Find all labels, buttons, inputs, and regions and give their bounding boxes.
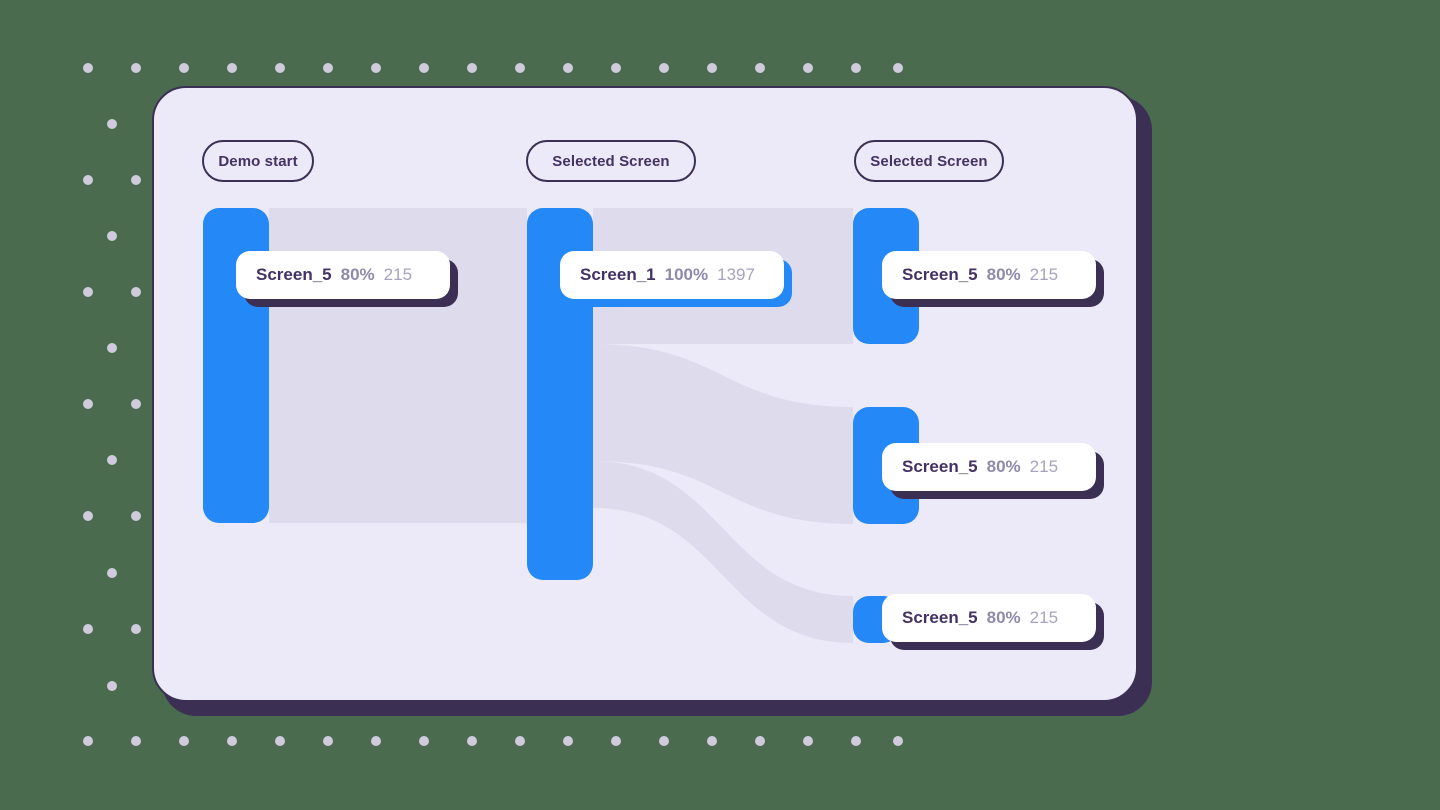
column-header-pill-1[interactable]: Demo start [202, 140, 314, 182]
background-dot [131, 175, 141, 185]
background-dot [107, 681, 117, 691]
node-count: 215 [1029, 265, 1059, 284]
node-value-card-face: Screen_5 80% 215 [882, 251, 1096, 299]
background-dot [893, 63, 903, 73]
background-dot [131, 63, 141, 73]
node-value-card-face: Screen_5 80% 215 [882, 594, 1096, 642]
background-dot [515, 736, 525, 746]
node-screen-name: Screen_5 [902, 608, 978, 627]
background-dot [131, 511, 141, 521]
background-dot [323, 736, 333, 746]
node-screen-name: Screen_5 [902, 457, 978, 476]
background-dot [227, 63, 237, 73]
background-dot [275, 736, 285, 746]
column-header-label: Selected Screen [552, 152, 670, 170]
background-dot [611, 63, 621, 73]
background-dot [755, 736, 765, 746]
background-dot [467, 63, 477, 73]
node-percent: 100% [664, 265, 709, 284]
background-dot [563, 736, 573, 746]
node-value-card[interactable]: Screen_1 100% 1397 [560, 251, 792, 307]
background-dot [107, 568, 117, 578]
column-header-pill-2[interactable]: Selected Screen [526, 140, 696, 182]
background-dot [179, 63, 189, 73]
background-dot [467, 736, 477, 746]
background-dot [707, 736, 717, 746]
node-value-card[interactable]: Screen_5 80% 215 [882, 251, 1104, 307]
node-percent: 80% [340, 265, 375, 284]
node-count: 215 [1029, 608, 1059, 627]
background-dot [227, 736, 237, 746]
column-header-label: Selected Screen [870, 152, 988, 170]
background-dot [107, 343, 117, 353]
background-dot [851, 736, 861, 746]
background-dot [755, 63, 765, 73]
background-dot [83, 175, 93, 185]
node-count: 215 [383, 265, 413, 284]
background-dot [659, 736, 669, 746]
node-value-card[interactable]: Screen_5 80% 215 [882, 443, 1104, 499]
background-dot [563, 63, 573, 73]
background-dot [419, 736, 429, 746]
background-dot [275, 63, 285, 73]
background-dot [107, 455, 117, 465]
column-header-label: Demo start [218, 152, 298, 170]
node-percent: 80% [986, 608, 1021, 627]
background-dot [131, 624, 141, 634]
node-count: 215 [1029, 457, 1059, 476]
background-dot [83, 399, 93, 409]
background-dot [419, 63, 429, 73]
background-dot [803, 736, 813, 746]
background-dot [659, 63, 669, 73]
node-value-card[interactable]: Screen_5 80% 215 [236, 251, 458, 307]
background-dot [131, 399, 141, 409]
background-dot [131, 736, 141, 746]
node-percent: 80% [986, 265, 1021, 284]
background-dot [323, 63, 333, 73]
background-dot [179, 736, 189, 746]
background-dot [707, 63, 717, 73]
node-value-card-face: Screen_1 100% 1397 [560, 251, 784, 299]
node-value-card-face: Screen_5 80% 215 [236, 251, 450, 299]
background-dot [83, 63, 93, 73]
background-dot [107, 119, 117, 129]
background-dot [131, 287, 141, 297]
background-dot [83, 624, 93, 634]
column-header-pill-3[interactable]: Selected Screen [854, 140, 1004, 182]
node-screen-name: Screen_5 [902, 265, 978, 284]
background-dot [893, 736, 903, 746]
node-screen-name: Screen_5 [256, 265, 332, 284]
node-screen-name: Screen_1 [580, 265, 656, 284]
node-count: 1397 [717, 265, 755, 284]
background-dot [611, 736, 621, 746]
sankey-panel: Demo start Selected Screen Selected Screen… [152, 86, 1138, 702]
node-value-card-face: Screen_5 80% 215 [882, 443, 1096, 491]
background-dot [515, 63, 525, 73]
background-dot [83, 736, 93, 746]
background-dot [107, 231, 117, 241]
background-dot [83, 511, 93, 521]
node-value-card[interactable]: Screen_5 80% 215 [882, 594, 1104, 650]
background-dot [371, 736, 381, 746]
background-dot [371, 63, 381, 73]
background-dot [83, 287, 93, 297]
background-dot [851, 63, 861, 73]
background-dot [803, 63, 813, 73]
node-percent: 80% [986, 457, 1021, 476]
